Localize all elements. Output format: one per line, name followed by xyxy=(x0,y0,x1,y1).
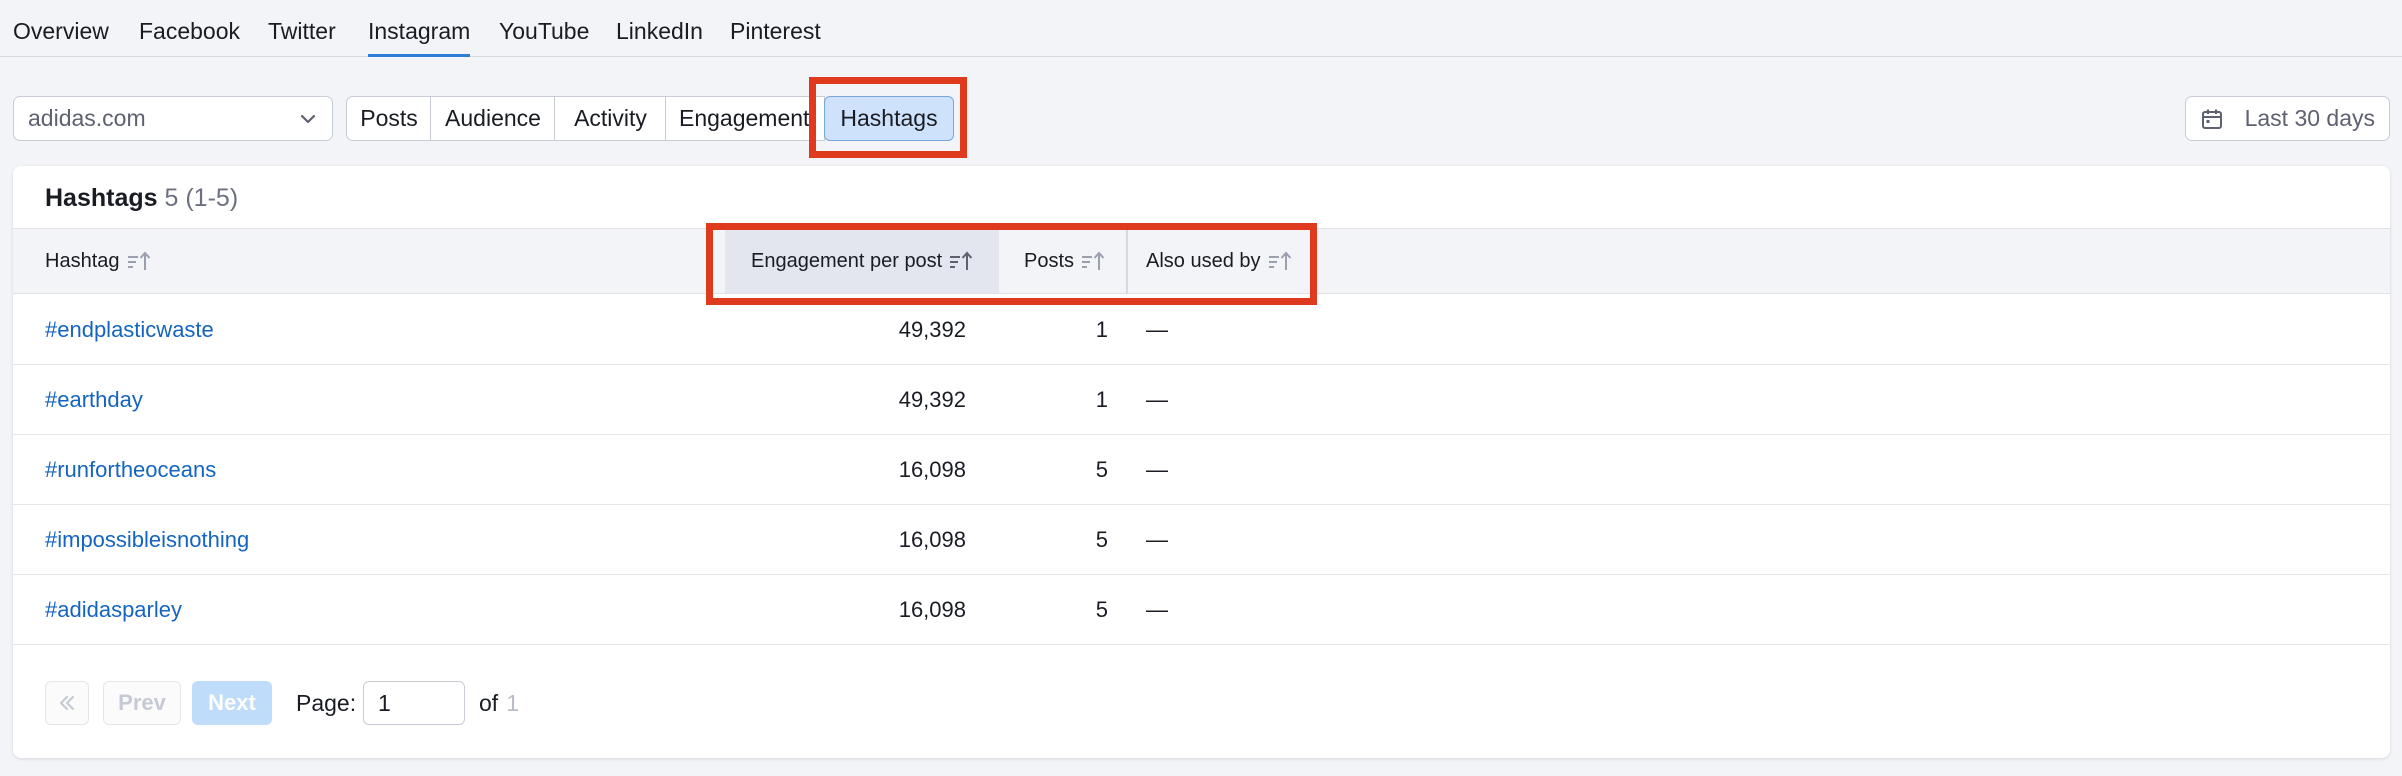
segment-posts[interactable]: Posts xyxy=(346,96,432,141)
table-row: #adidasparley 16,098 5 — xyxy=(13,575,2390,645)
column-header-label: Engagement per post xyxy=(751,249,943,272)
segment-engagement[interactable]: Engagement xyxy=(665,96,825,141)
posts-value: 1 xyxy=(1095,317,1108,342)
column-header-label: Hashtag xyxy=(45,249,120,272)
hashtags-card: Hashtags 5 (1-5) Hashtag Engagement per … xyxy=(13,166,2390,758)
column-header-hashtag[interactable]: Hashtag xyxy=(45,229,152,293)
date-range-label: Last 30 days xyxy=(2244,105,2375,131)
sort-icon xyxy=(1268,251,1291,270)
calendar-icon xyxy=(2202,109,2222,129)
engagement-value: 16,098 xyxy=(898,597,966,622)
page-label: Page: xyxy=(296,689,357,716)
also-used-by-value: — xyxy=(1146,387,1168,412)
tab-linkedin[interactable]: LinkedIn xyxy=(616,18,703,57)
tab-youtube[interactable]: YouTube xyxy=(499,18,589,57)
column-header-label: Also used by xyxy=(1146,249,1261,272)
table-row: #earthday 49,392 1 — xyxy=(13,365,2390,435)
next-page-button[interactable]: Next xyxy=(192,681,272,725)
hashtag-link[interactable]: #endplasticwaste xyxy=(45,295,214,365)
social-network-tabs: Overview Facebook Twitter Instagram YouT… xyxy=(0,0,2402,57)
posts-value: 1 xyxy=(1095,387,1108,412)
tab-instagram[interactable]: Instagram xyxy=(368,18,471,57)
date-range-button[interactable]: Last 30 days xyxy=(2185,96,2390,141)
hashtag-link[interactable]: #runfortheoceans xyxy=(45,435,216,505)
domain-select-value: adidas.com xyxy=(28,105,146,131)
first-page-button[interactable] xyxy=(45,681,89,725)
result-count: 5 xyxy=(164,184,179,212)
table-row: #impossibleisnothing 16,098 5 — xyxy=(13,505,2390,575)
result-range: (1-5) xyxy=(185,184,239,212)
column-header-label: Posts xyxy=(1024,249,1075,272)
column-header-engagement-per-post[interactable]: Engagement per post xyxy=(725,229,999,293)
engagement-value: 16,098 xyxy=(898,527,966,552)
posts-value: 5 xyxy=(1095,457,1108,482)
tab-twitter[interactable]: Twitter xyxy=(268,18,336,57)
sort-icon-active xyxy=(950,251,973,270)
hashtag-link[interactable]: #earthday xyxy=(45,365,143,435)
also-used-by-value: — xyxy=(1146,457,1168,482)
chevron-down-icon xyxy=(300,114,316,124)
hashtag-link[interactable]: #adidasparley xyxy=(45,575,182,645)
also-used-by-value: — xyxy=(1146,317,1168,342)
engagement-value: 49,392 xyxy=(898,387,966,412)
segment-activity[interactable]: Activity xyxy=(554,96,667,141)
tab-overview[interactable]: Overview xyxy=(13,18,109,57)
double-chevron-left-icon xyxy=(59,695,75,711)
tab-pinterest[interactable]: Pinterest xyxy=(730,18,821,57)
card-title: Hashtags 5 (1-5) xyxy=(45,184,238,213)
sort-icon xyxy=(1082,251,1105,270)
posts-value: 5 xyxy=(1095,527,1108,552)
engagement-value: 49,392 xyxy=(898,317,966,342)
table-row: #runfortheoceans 16,098 5 — xyxy=(13,435,2390,505)
domain-select[interactable]: adidas.com xyxy=(13,96,333,141)
prev-page-button[interactable]: Prev xyxy=(103,681,181,725)
sort-icon xyxy=(127,251,150,270)
hashtag-link[interactable]: #impossibleisnothing xyxy=(45,505,249,575)
total-pages: 1 xyxy=(506,689,519,716)
column-divider xyxy=(1126,229,1128,293)
also-used-by-value: — xyxy=(1146,597,1168,622)
segment-audience[interactable]: Audience xyxy=(430,96,556,141)
column-header-posts[interactable]: Posts xyxy=(1024,229,1106,293)
segment-hashtags[interactable]: Hashtags xyxy=(824,96,954,141)
column-header-also-used-by[interactable]: Also used by xyxy=(1146,229,1293,293)
table-header: Hashtag Engagement per post Posts Also u… xyxy=(13,228,2390,294)
of-label: of xyxy=(479,689,499,716)
posts-value: 5 xyxy=(1095,597,1108,622)
tab-facebook[interactable]: Facebook xyxy=(139,18,240,57)
also-used-by-value: — xyxy=(1146,527,1168,552)
table-row: #endplasticwaste 49,392 1 — xyxy=(13,295,2390,365)
page-number-input[interactable] xyxy=(363,681,465,725)
page-total: of 1 xyxy=(479,681,519,725)
engagement-value: 16,098 xyxy=(898,457,966,482)
card-title-text: Hashtags xyxy=(45,184,158,212)
